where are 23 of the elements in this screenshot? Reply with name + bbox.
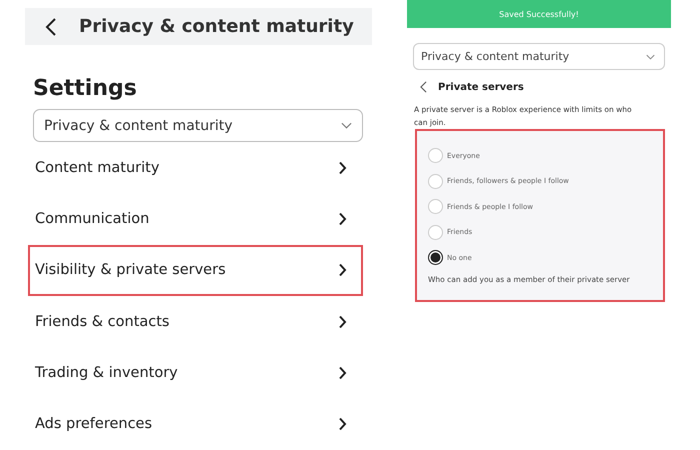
settings-item[interactable]: Ads preferences [28,398,363,450]
settings-item[interactable]: Content maturity [28,142,363,194]
back-icon[interactable] [45,16,57,37]
chevron-right-icon [338,263,347,278]
settings-item[interactable]: Communication [28,193,363,245]
settings-item[interactable]: Trading & inventory [28,347,363,399]
back-icon[interactable] [420,81,427,93]
settings-heading: Settings [33,75,138,104]
section-title: Private servers [438,82,524,92]
page-title: Privacy & content maturity [79,16,354,38]
settings-item[interactable]: Friends & contacts [28,296,363,348]
chevron-down-icon [646,54,655,60]
settings-item[interactable]: Visibility & private servers [28,244,363,296]
chevron-right-icon [338,417,347,432]
category-dropdown[interactable]: Privacy & content maturity [413,43,665,70]
chevron-right-icon [338,314,347,329]
chevron-right-icon [338,366,347,380]
chevron-down-icon [341,122,352,130]
chevron-right-icon [338,160,347,175]
radio-button[interactable] [428,250,443,266]
success-toast: Saved Successfully! [407,0,671,28]
chevron-right-icon [338,212,347,226]
category-dropdown[interactable]: Privacy & content maturity [33,109,363,142]
